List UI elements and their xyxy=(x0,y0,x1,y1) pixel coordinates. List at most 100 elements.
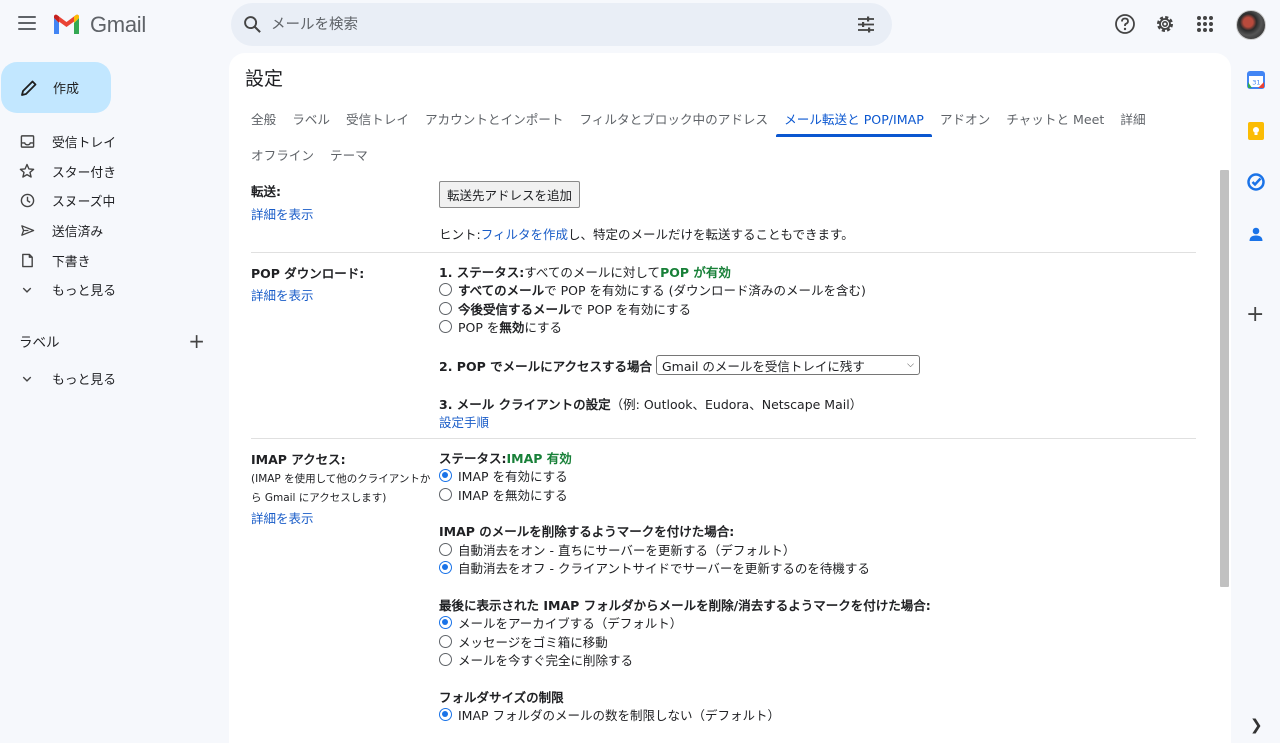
imap-autoexpunge-off[interactable]: 自動消去をオフ - クライアントサイドでサーバーを更新するのを待機する xyxy=(439,559,1196,578)
add-label-icon[interactable]: + xyxy=(188,331,205,351)
imap-delete-forever-option[interactable]: メールを今すぐ完全に削除する xyxy=(439,651,1196,670)
tasks-icon[interactable] xyxy=(1246,172,1266,192)
radio-button[interactable] xyxy=(439,542,452,556)
compose-button[interactable]: 作成 xyxy=(1,62,111,113)
radio-button-selected[interactable] xyxy=(439,469,452,483)
nav-item-label: スヌーズ中 xyxy=(52,195,116,211)
tabs-row-2: オフライン テーマ xyxy=(243,137,376,171)
option-text: にする xyxy=(524,320,563,336)
search-input[interactable] xyxy=(271,13,831,37)
forwarding-label-group: 転送: 詳細を表示 xyxy=(251,181,439,223)
inbox-icon xyxy=(19,134,35,150)
chevron-down-icon xyxy=(19,371,35,387)
gmail-logo[interactable]: Gmail xyxy=(52,12,146,38)
add-addon-icon[interactable]: + xyxy=(1246,304,1264,326)
imap-section: IMAP アクセス: (IMAP を使用して他のクライアントか ら Gmail … xyxy=(251,439,1196,734)
tabs-row-1: 全般 ラベル 受信トレイ アカウントとインポート フィルタとブロック中のアドレス… xyxy=(243,100,1203,137)
option-bold-text: 今後受信するメール xyxy=(458,301,571,317)
imap-folder-no-limit-option[interactable]: IMAP フォルダのメールの数を制限しない（デフォルト） xyxy=(439,706,1196,725)
labels-section: もっと見る xyxy=(0,364,220,394)
contacts-icon[interactable] xyxy=(1246,224,1266,244)
pop-access-row: 2. POP でメールにアクセスする場合 Gmail のメールを受信トレイに残す… xyxy=(439,354,1196,376)
option-bold-text: すべてのメール xyxy=(458,283,545,299)
tab-general[interactable]: 全般 xyxy=(243,100,284,136)
forwarding-section: 転送: 詳細を表示 転送先アドレスを追加 ヒント: フィルタを作成 し、特定のメ… xyxy=(251,171,1196,253)
imap-status-prefix: ステータス: xyxy=(439,450,507,466)
pop-details-link[interactable]: 詳細を表示 xyxy=(251,285,439,304)
add-forwarding-address-button[interactable]: 転送先アドレスを追加 xyxy=(439,181,581,208)
option-text: IMAP フォルダのメールの数を制限しない（デフォルト） xyxy=(458,708,781,724)
imap-delete-heading: IMAP のメールを削除するようマークを付けた場合: xyxy=(439,522,1196,541)
forwarding-details-link[interactable]: 詳細を表示 xyxy=(251,204,439,223)
tab-accounts-import[interactable]: アカウントとインポート xyxy=(417,100,572,136)
nav-item-sent[interactable]: 送信済み xyxy=(0,216,220,246)
nav-item-drafts[interactable]: 下書き xyxy=(0,245,220,275)
account-avatar[interactable] xyxy=(1236,10,1266,40)
labels-more-button[interactable]: もっと見る xyxy=(0,364,220,394)
main-menu-icon[interactable] xyxy=(18,16,36,30)
tab-inbox[interactable]: 受信トレイ xyxy=(338,100,417,136)
pop-option-future[interactable]: 今後受信するメール で POP を有効にする xyxy=(439,299,1196,318)
left-nav: 受信トレイ スター付き スヌーズ中 送信済み 下書き もっと見る xyxy=(0,127,220,305)
radio-button[interactable] xyxy=(439,487,452,501)
chevron-down-icon xyxy=(19,282,35,298)
imap-autoexpunge-on[interactable]: 自動消去をオン - 直ちにサーバーを更新する（デフォルト） xyxy=(439,540,1196,559)
radio-button-selected[interactable] xyxy=(439,616,452,630)
tab-chat-meet[interactable]: チャットと Meet xyxy=(998,100,1112,136)
imap-disable-option[interactable]: IMAP を無効にする xyxy=(439,485,1196,504)
radio-button-selected[interactable] xyxy=(439,561,452,575)
imap-archive-option[interactable]: メールをアーカイブする（デフォルト） xyxy=(439,614,1196,633)
tab-labels[interactable]: ラベル xyxy=(284,100,338,136)
tab-forwarding-pop-imap[interactable]: メール転送と POP/IMAP xyxy=(776,100,932,137)
option-text: 自動消去をオフ - クライアントサイドでサーバーを更新するのを待機する xyxy=(458,561,870,577)
create-filter-link[interactable]: フィルタを作成 xyxy=(481,224,568,243)
calendar-icon[interactable]: 31 xyxy=(1246,70,1266,90)
tab-addons[interactable]: アドオン xyxy=(932,100,998,136)
tab-filters-blocked[interactable]: フィルタとブロック中のアドレス xyxy=(571,100,776,136)
radio-button[interactable] xyxy=(439,653,452,667)
keep-icon[interactable] xyxy=(1246,121,1266,141)
tab-offline[interactable]: オフライン xyxy=(243,136,322,172)
apps-grid-icon[interactable] xyxy=(1194,13,1216,35)
pop-section: POP ダウンロード: 詳細を表示 1. ステータス: すべてのメールに対して … xyxy=(251,253,1196,439)
radio-button[interactable] xyxy=(439,634,452,648)
search-options-icon[interactable] xyxy=(857,16,875,33)
labels-header: ラベル + xyxy=(19,330,209,352)
nav-item-label: 下書き xyxy=(52,254,91,270)
pop-status-prefix: 1. ステータス: xyxy=(439,264,525,280)
option-text: IMAP を有効にする xyxy=(458,469,568,485)
imap-trash-option[interactable]: メッセージをゴミ箱に移動 xyxy=(439,632,1196,651)
nav-item-starred[interactable]: スター付き xyxy=(0,157,220,187)
radio-button[interactable] xyxy=(439,301,452,315)
pop-label-group: POP ダウンロード: 詳細を表示 xyxy=(251,263,439,304)
pop-client-row: 3. メール クライアントの設定 （例: Outlook、Eudora、Nets… xyxy=(439,394,1196,413)
radio-button-selected[interactable] xyxy=(439,708,452,722)
settings-tabs: 全般 ラベル 受信トレイ アカウントとインポート フィルタとブロック中のアドレス… xyxy=(243,100,1203,163)
imap-body: ステータス: IMAP 有効 IMAP を有効にする IMAP を無効にする I… xyxy=(439,439,1196,734)
pencil-icon xyxy=(21,80,37,96)
nav-item-snoozed[interactable]: スヌーズ中 xyxy=(0,186,220,216)
chevron-right-icon[interactable]: ❯ xyxy=(1250,716,1263,734)
scrollbar-thumb[interactable] xyxy=(1220,170,1229,587)
pop-setup-instructions-link[interactable]: 設定手順 xyxy=(439,413,1196,432)
pop-option-all[interactable]: すべてのメール で POP を有効にする (ダウンロード済みのメールを含む) xyxy=(439,281,1196,300)
pop-client-label: 3. メール クライアントの設定 xyxy=(439,396,611,412)
search-bar[interactable] xyxy=(231,3,892,46)
nav-item-inbox[interactable]: 受信トレイ xyxy=(0,127,220,157)
radio-button[interactable] xyxy=(439,283,452,297)
select-value: Gmail のメールを受信トレイに残す xyxy=(661,358,865,374)
tab-themes[interactable]: テーマ xyxy=(322,136,376,172)
radio-button[interactable] xyxy=(439,320,452,334)
star-icon xyxy=(19,163,35,179)
help-icon[interactable] xyxy=(1114,13,1136,35)
pop-access-select[interactable]: Gmail のメールを受信トレイに残す ⌵ xyxy=(655,355,920,375)
search-icon[interactable] xyxy=(243,15,262,34)
send-icon xyxy=(19,223,35,239)
imap-folder-size-heading: フォルダサイズの制限 xyxy=(439,687,1196,706)
nav-item-more[interactable]: もっと見る xyxy=(0,275,220,305)
settings-gear-icon[interactable] xyxy=(1154,13,1176,35)
tab-advanced[interactable]: 詳細 xyxy=(1112,100,1153,136)
imap-details-link[interactable]: 詳細を表示 xyxy=(251,508,439,527)
imap-enable-option[interactable]: IMAP を有効にする xyxy=(439,467,1196,486)
pop-option-disable[interactable]: POP を 無効 にする xyxy=(439,318,1196,337)
